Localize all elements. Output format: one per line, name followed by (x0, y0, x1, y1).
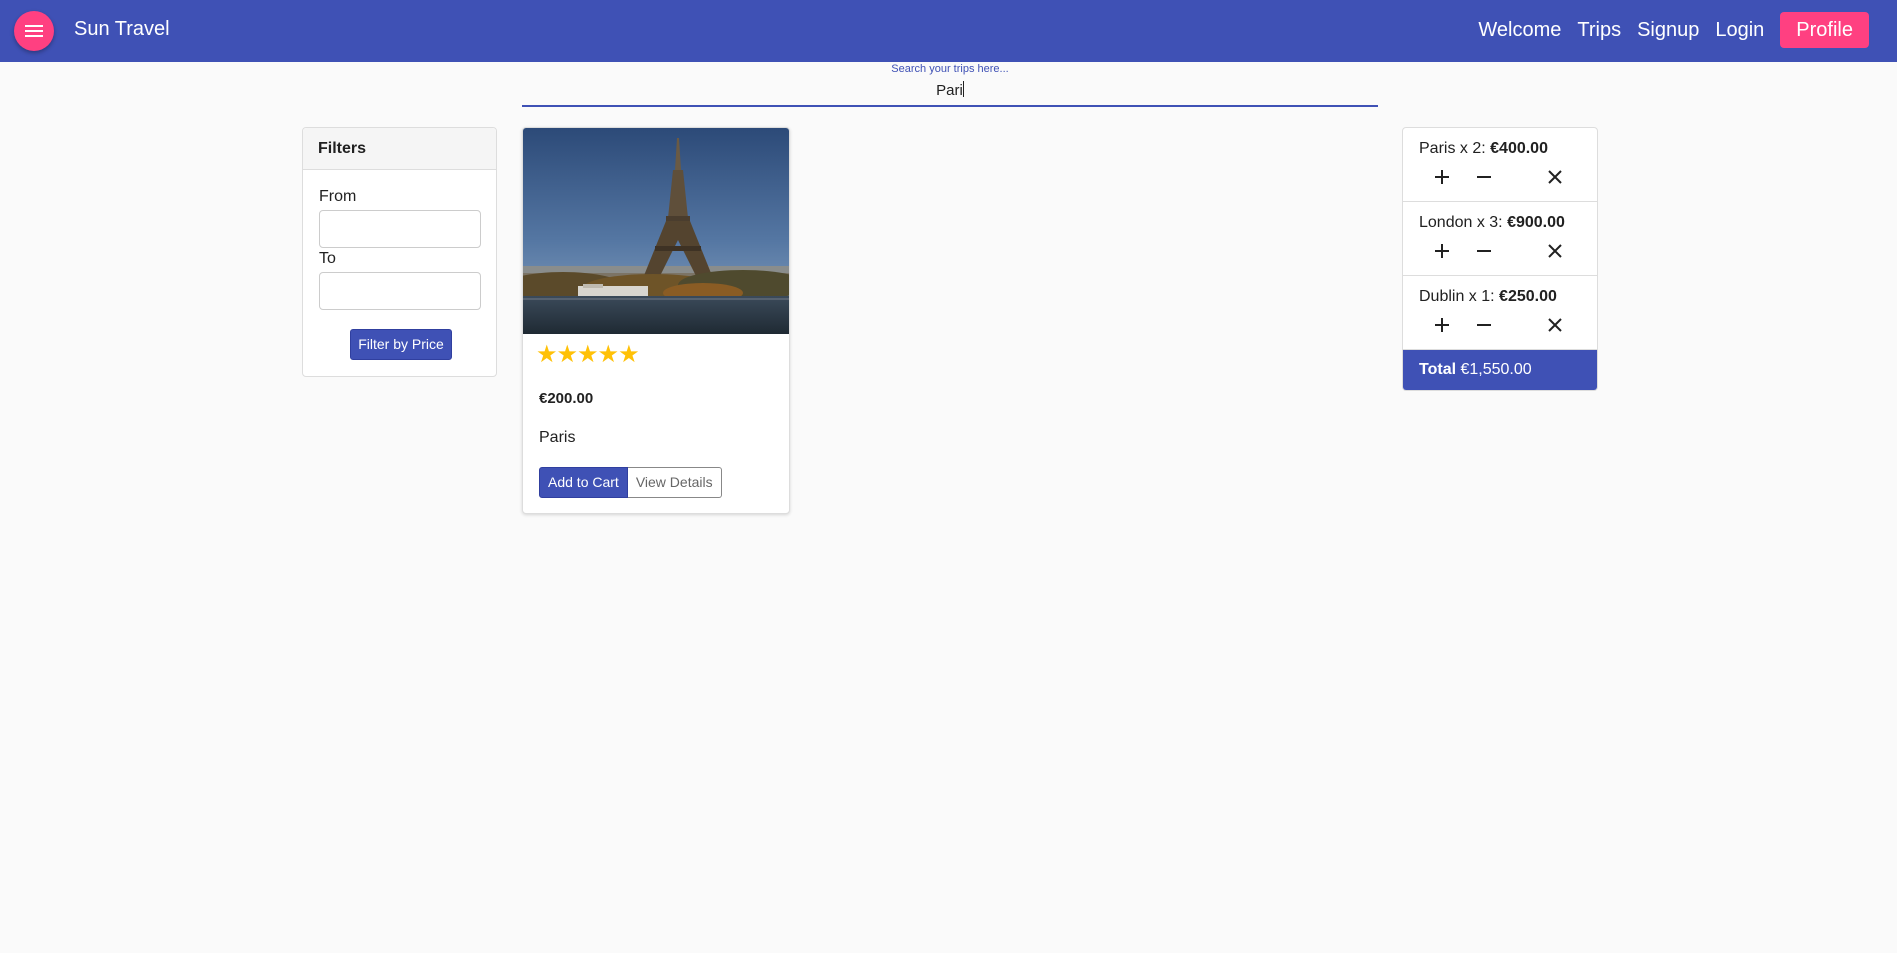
minus-icon (1477, 176, 1491, 178)
search-value: Pari (936, 82, 963, 99)
nav-login[interactable]: Login (1715, 19, 1764, 42)
cart-item-amount: €900.00 (1507, 214, 1565, 231)
search-underline (522, 105, 1378, 107)
filters-card: Filters From To Filter by Price (302, 127, 497, 377)
cart-item-text: Paris x 2: €400.00 (1419, 140, 1548, 158)
filters-title: Filters (303, 128, 496, 170)
cart-item: London x 3: €900.00 (1403, 202, 1597, 276)
nav-welcome[interactable]: Welcome (1478, 19, 1561, 42)
cart-total-value: €1,550.00 (1456, 361, 1532, 378)
trip-card: ★★★★★ €200.00 Paris Add to Cart View Det… (522, 127, 790, 514)
search-field[interactable]: Search your trips here... Pari (522, 62, 1378, 108)
cart-total-label: Total (1419, 361, 1457, 378)
nav-trips[interactable]: Trips (1577, 19, 1621, 42)
cart-panel: Paris x 2: €400.00 London x 3: €900.00 D… (1402, 127, 1598, 391)
increase-quantity-button[interactable] (1431, 166, 1453, 188)
top-toolbar: Sun Travel Welcome Trips Signup Login Pr… (0, 0, 1897, 62)
minus-icon (1477, 250, 1491, 252)
cart-item-label: Paris x 2: (1419, 140, 1491, 157)
rating-stars: ★★★★★ (536, 341, 640, 368)
plus-icon (1435, 170, 1449, 184)
increase-quantity-button[interactable] (1431, 314, 1453, 336)
cart-item: Paris x 2: €400.00 (1403, 128, 1597, 202)
decrease-quantity-button[interactable] (1473, 314, 1495, 336)
trip-actions: Add to Cart View Details (539, 467, 722, 498)
trip-city: Paris (539, 429, 576, 446)
cart-item-text: London x 3: €900.00 (1419, 214, 1565, 232)
cart-item-label: Dublin x 1: (1419, 288, 1500, 305)
cart-item-amount: €400.00 (1490, 140, 1548, 157)
decrease-quantity-button[interactable] (1473, 166, 1495, 188)
menu-button[interactable] (14, 11, 54, 51)
close-icon (1548, 170, 1562, 184)
plus-icon (1435, 318, 1449, 332)
cart-item: Dublin x 1: €250.00 (1403, 276, 1597, 350)
minus-icon (1477, 324, 1491, 326)
app-title: Sun Travel (74, 18, 170, 40)
text-caret (962, 81, 964, 97)
add-to-cart-button[interactable]: Add to Cart (539, 467, 628, 498)
search-input[interactable]: Pari (522, 81, 1378, 99)
plus-icon (1435, 244, 1449, 258)
from-label: From (319, 188, 357, 205)
increase-quantity-button[interactable] (1431, 240, 1453, 262)
remove-item-button[interactable] (1544, 166, 1566, 188)
eiffel-tower-photo (523, 128, 789, 334)
from-price-input[interactable] (319, 210, 481, 248)
cart-total: Total €1,550.00 (1403, 350, 1597, 390)
filter-by-price-button[interactable]: Filter by Price (350, 329, 452, 360)
close-icon (1548, 318, 1562, 332)
view-details-button[interactable]: View Details (627, 467, 722, 498)
close-icon (1548, 244, 1562, 258)
cart-item-amount: €250.00 (1499, 288, 1557, 305)
search-placeholder: Search your trips here... (891, 63, 1009, 75)
cart-item-text: Dublin x 1: €250.00 (1419, 288, 1557, 306)
remove-item-button[interactable] (1544, 240, 1566, 262)
cart-item-label: London x 3: (1419, 214, 1508, 231)
decrease-quantity-button[interactable] (1473, 240, 1495, 262)
trip-price: €200.00 (539, 390, 594, 407)
nav-links: Welcome Trips Signup Login Profile (1462, 12, 1869, 48)
remove-item-button[interactable] (1544, 314, 1566, 336)
nav-signup[interactable]: Signup (1637, 19, 1699, 42)
to-price-input[interactable] (319, 272, 481, 310)
profile-button[interactable]: Profile (1780, 12, 1869, 48)
to-label: To (319, 250, 336, 267)
menu-icon (25, 24, 43, 38)
